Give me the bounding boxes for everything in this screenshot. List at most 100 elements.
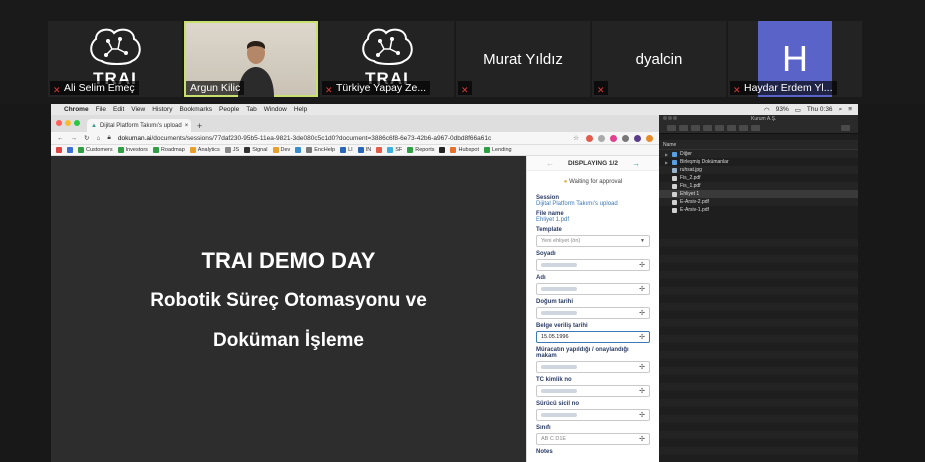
plus-icon[interactable]: ✢	[639, 387, 645, 395]
close-window-icon[interactable]	[663, 116, 667, 120]
file-name-value[interactable]: Ehliyet 1.pdf	[536, 217, 650, 223]
tag-icon[interactable]	[751, 125, 760, 131]
list-item[interactable]: ▶ Birleşmiş Dokümanlar	[659, 158, 858, 166]
menu-edit[interactable]: Edit	[113, 106, 124, 113]
list-item[interactable]: E-Arsiv-1.pdf	[659, 206, 858, 214]
list-item-selected[interactable]: Ehliyet 1	[659, 190, 858, 198]
column-header-name[interactable]: Name	[659, 140, 858, 150]
list-item[interactable]: Fis_1.pdf	[659, 182, 858, 190]
url-input[interactable]: dokuman.ai/documents/sessions/77daf230-9…	[118, 135, 566, 142]
tab-close-icon[interactable]: ×	[185, 123, 189, 129]
forward-icon[interactable]: →	[71, 135, 78, 142]
bookmark-roadmap[interactable]: Roadmap	[152, 147, 185, 153]
makam-input[interactable]: ✢	[536, 361, 650, 373]
bookmark-investors[interactable]: Investors	[117, 147, 148, 153]
disclosure-triangle-icon[interactable]: ▶	[665, 152, 669, 157]
plus-icon[interactable]: ✢	[639, 411, 645, 419]
bookmark-in[interactable]: IN	[357, 147, 371, 153]
forward-icon[interactable]	[679, 125, 688, 131]
menu-list-icon[interactable]: ≡	[848, 106, 852, 113]
zoom-window-icon[interactable]	[673, 116, 677, 120]
extension-icon[interactable]	[610, 134, 617, 142]
sinifi-input[interactable]: AB C D1E ✢	[536, 433, 650, 445]
bookmark-hubspot[interactable]: Hubspot	[450, 147, 479, 153]
list-item[interactable]: Fis_2.pdf	[659, 174, 858, 182]
plus-icon[interactable]: ✢	[639, 261, 645, 269]
extension-icon[interactable]	[622, 134, 629, 142]
participant-tile[interactable]: dyalcin ✕	[592, 21, 726, 97]
back-icon[interactable]	[667, 125, 676, 131]
wifi-icon[interactable]: ◠	[764, 106, 770, 114]
plus-icon[interactable]: ✢	[639, 363, 645, 371]
menu-bookmarks[interactable]: Bookmarks	[179, 106, 212, 113]
bookmark-star-icon[interactable]: ☆	[573, 134, 579, 142]
menu-help[interactable]: Help	[294, 106, 307, 113]
bookmark-reports[interactable]: Reports	[407, 147, 434, 153]
search-icon[interactable]	[841, 125, 850, 131]
plus-icon[interactable]: ✢	[639, 285, 645, 293]
participant-tile[interactable]: TRAI ✕ Türkiye Yapay Ze...	[320, 21, 454, 97]
reload-icon[interactable]: ↻	[84, 134, 89, 142]
clock[interactable]: Thu 0:36	[807, 106, 833, 113]
participant-tile[interactable]: H ✕ Haydar Erdem Yl...	[728, 21, 862, 97]
battery-level[interactable]: 93%	[776, 106, 789, 113]
extension-icon[interactable]	[646, 134, 653, 142]
bookmark-signal[interactable]: Signal	[244, 147, 268, 153]
menu-tab[interactable]: Tab	[246, 106, 256, 113]
view-icon[interactable]	[703, 125, 712, 131]
list-item[interactable]: ▶ Diğer	[659, 150, 858, 158]
profile-avatar[interactable]	[634, 134, 641, 142]
search-icon[interactable]: ⌕	[839, 106, 843, 114]
tc-kimlik-input[interactable]: ✢	[536, 385, 650, 397]
close-window-icon[interactable]	[56, 120, 62, 126]
view-icon[interactable]	[715, 125, 724, 131]
bookmark-lending[interactable]: Lending	[483, 147, 512, 153]
bookmark-dropbox[interactable]	[295, 147, 302, 153]
bookmark-github[interactable]	[439, 147, 446, 153]
menu-window[interactable]: Window	[264, 106, 287, 113]
home-icon[interactable]: ⌂	[96, 135, 100, 142]
back-icon[interactable]: ←	[57, 135, 64, 142]
plus-icon[interactable]: ✢	[639, 435, 645, 443]
bookmark-item[interactable]	[376, 147, 383, 153]
prev-document-icon[interactable]: ←	[546, 159, 554, 168]
disclosure-triangle-icon[interactable]: ▶	[665, 160, 669, 165]
bookmark-li[interactable]: LI	[340, 147, 353, 153]
bookmark-gmail[interactable]	[56, 147, 62, 153]
minimize-window-icon[interactable]	[65, 120, 71, 126]
belge-verilis-tarihi-input[interactable]: 15.05.1996 ✢	[536, 331, 650, 343]
app-menu[interactable]: Chrome	[64, 106, 89, 113]
plus-icon[interactable]: ✢	[639, 333, 645, 341]
bookmark-analytics[interactable]: Analytics	[189, 147, 220, 153]
extension-icon[interactable]	[586, 134, 593, 142]
bookmark-item[interactable]	[67, 147, 73, 153]
bookmark-js[interactable]: JS	[224, 147, 239, 153]
surucu-sicil-input[interactable]: ✢	[536, 409, 650, 421]
bookmark-sf[interactable]: SF	[387, 147, 402, 153]
list-item[interactable]: E-Arsiv-2.pdf	[659, 198, 858, 206]
template-select[interactable]: Yeni ehliyet (ön) ▼	[536, 235, 650, 247]
action-icon[interactable]	[727, 125, 736, 131]
view-icon[interactable]	[691, 125, 700, 131]
new-tab-button[interactable]: +	[197, 121, 202, 132]
participant-tile-active[interactable]: Argun Kilic	[184, 21, 318, 97]
participant-tile[interactable]: TRAI ✕ Ali Selim Emeç	[48, 21, 182, 97]
list-item[interactable]: ruhsat.jpg	[659, 166, 858, 174]
menu-file[interactable]: File	[96, 106, 106, 113]
minimize-window-icon[interactable]	[668, 116, 672, 120]
bookmark-dev[interactable]: Dev	[272, 147, 290, 153]
bookmark-enchelp[interactable]: EncHelp	[306, 147, 335, 153]
bookmark-customers[interactable]: Customers	[78, 147, 113, 153]
menu-people[interactable]: People	[219, 106, 239, 113]
soyadi-input[interactable]: ✢	[536, 259, 650, 271]
participant-tile[interactable]: Murat Yıldız ✕	[456, 21, 590, 97]
plus-icon[interactable]: ✢	[639, 309, 645, 317]
menu-history[interactable]: History	[152, 106, 172, 113]
session-value[interactable]: Dijital Platform Takımı's upload	[536, 201, 650, 207]
dogum-tarihi-input[interactable]: ✢	[536, 307, 650, 319]
share-icon[interactable]	[739, 125, 748, 131]
extension-icon[interactable]	[598, 134, 605, 142]
menu-view[interactable]: View	[131, 106, 145, 113]
zoom-window-icon[interactable]	[74, 120, 80, 126]
adi-input[interactable]: ✢	[536, 283, 650, 295]
